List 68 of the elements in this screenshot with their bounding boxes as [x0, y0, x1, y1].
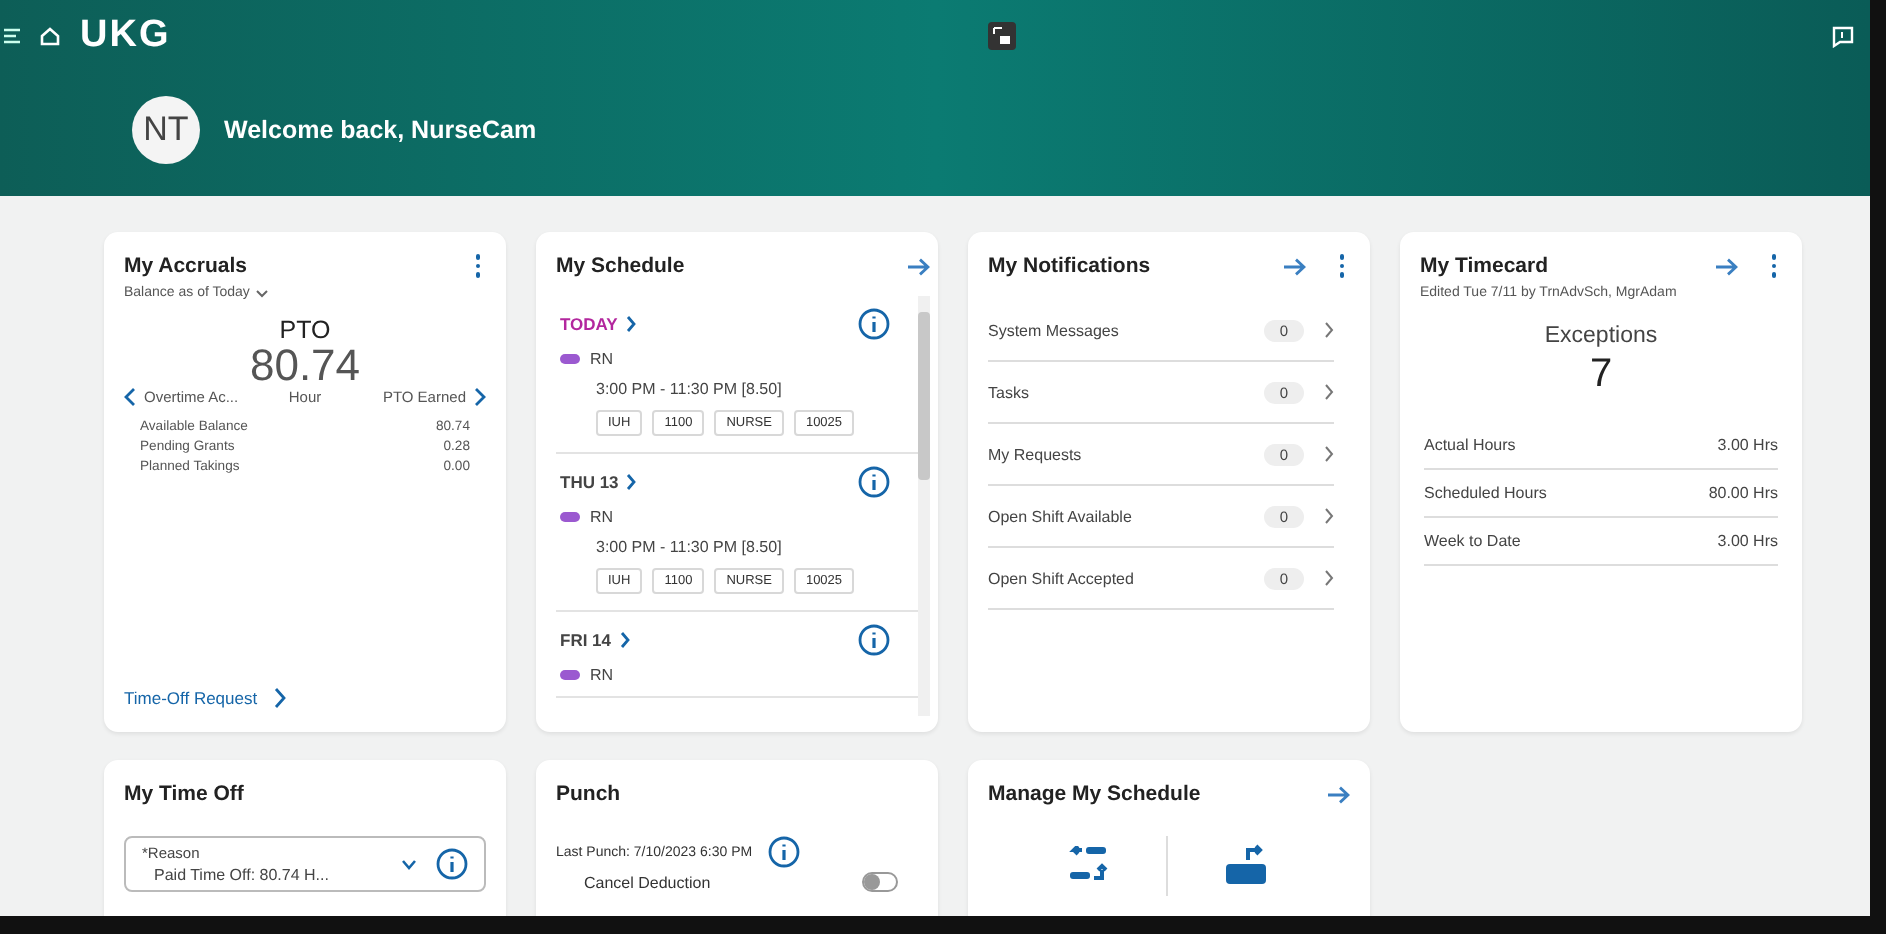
hours-value: 80.00 Hrs: [1708, 484, 1778, 502]
accrual-code: PTO: [277, 316, 333, 344]
chat-icon[interactable]: [1832, 25, 1855, 47]
info-icon[interactable]: [436, 848, 468, 880]
toggle-label: Cancel Deduction: [584, 873, 711, 891]
chevron-right-icon[interactable]: [625, 316, 636, 332]
window-icon[interactable]: [987, 22, 1016, 50]
info-icon[interactable]: [858, 624, 890, 656]
shift-time: 3:00 PM - 11:30 PM [8.50]: [596, 380, 784, 398]
notification-label: My Requests: [988, 445, 1084, 463]
welcome-text: Welcome back, NurseCam: [224, 116, 537, 144]
arrow-right-icon[interactable]: [1283, 257, 1305, 275]
chevron-right-icon[interactable]: [619, 632, 630, 648]
time-off-request-link[interactable]: Time-Off Request: [124, 688, 258, 708]
notification-label: Open Shift Accepted: [988, 569, 1136, 587]
day-label[interactable]: TODAY: [560, 314, 618, 334]
card-title: My Schedule: [556, 254, 687, 278]
arrow-right-icon[interactable]: [908, 257, 930, 275]
chevron-right-icon[interactable]: [273, 688, 286, 708]
hours-label: Scheduled Hours: [1424, 484, 1547, 502]
card-title: Manage My Schedule: [988, 782, 1203, 806]
card-title: My Timecard: [1420, 254, 1550, 278]
home-icon[interactable]: [40, 26, 60, 46]
toggle-switch[interactable]: [862, 872, 898, 892]
chevron-right-icon[interactable]: [1324, 384, 1334, 400]
scrollbar[interactable]: [918, 296, 930, 716]
job-color-icon: [560, 670, 580, 680]
swap-icon[interactable]: [1066, 846, 1110, 886]
card-title: My Time Off: [124, 782, 246, 806]
cover-shift-icon[interactable]: [1224, 844, 1272, 888]
arrow-right-icon[interactable]: [1328, 785, 1350, 803]
notification-label: System Messages: [988, 321, 1121, 339]
info-icon[interactable]: [768, 836, 801, 868]
job-name: RN: [590, 666, 614, 684]
card-title: Punch: [556, 782, 623, 806]
chevron-right-icon[interactable]: [1324, 446, 1334, 462]
hours-label: Week to Date: [1424, 532, 1521, 550]
chevron-right-icon[interactable]: [1324, 508, 1334, 524]
exceptions-count: 7: [1587, 352, 1615, 398]
exceptions-label: Exceptions: [1542, 324, 1660, 348]
menu-icon[interactable]: [4, 28, 20, 44]
chevron-right-icon[interactable]: [626, 474, 637, 490]
job-color-icon: [560, 512, 580, 522]
chevron-right-icon[interactable]: [1324, 322, 1334, 338]
caret-down-icon[interactable]: [255, 289, 268, 297]
info-icon[interactable]: [858, 466, 890, 498]
logo[interactable]: UKG: [80, 14, 171, 58]
job-color-icon: [560, 354, 580, 364]
hours-value: 3.00 Hrs: [1717, 532, 1778, 550]
chevron-right-icon[interactable]: [1324, 570, 1334, 586]
arrow-right-icon[interactable]: [1715, 257, 1737, 275]
notification-label: Tasks: [988, 383, 1031, 401]
job-name: RN: [590, 508, 614, 526]
notification-label: Open Shift Available: [988, 507, 1134, 525]
card-title: My Accruals: [124, 254, 249, 278]
card-title: My Notifications: [988, 254, 1153, 278]
day-label[interactable]: THU 13: [560, 472, 619, 492]
info-icon[interactable]: [858, 308, 890, 340]
hours-value: 3.00 Hrs: [1717, 436, 1778, 454]
job-name: RN: [590, 350, 614, 368]
caret-down-icon[interactable]: [402, 859, 416, 869]
accrual-amount: 80.74: [247, 344, 363, 388]
avatar[interactable]: NT: [132, 96, 200, 164]
chevron-left-icon[interactable]: [124, 388, 136, 406]
shift-time: 3:00 PM - 11:30 PM [8.50]: [596, 538, 784, 556]
hours-label: Actual Hours: [1424, 436, 1516, 454]
day-label[interactable]: FRI 14: [560, 630, 612, 650]
chevron-right-icon[interactable]: [474, 388, 486, 406]
